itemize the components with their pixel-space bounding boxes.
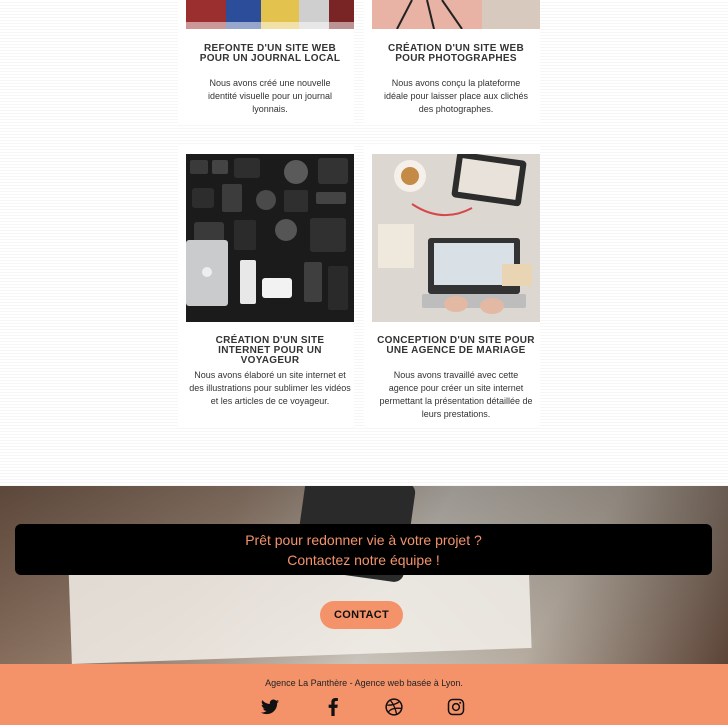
portfolio-card-description: Nous avons élaboré un site internet et d… (189, 370, 351, 406)
footer: Agence La Panthère - Agence web basée à … (0, 664, 728, 725)
portfolio-card-title: CRÉATION D'UN SITE INTERNET POUR UN VOYA… (215, 335, 325, 366)
portfolio-card-title: CRÉATION D'UN SITE WEB POUR PHOTOGRAPHES (387, 43, 524, 64)
cta-banner: Prêt pour redonner vie à votre projet ? … (15, 524, 712, 575)
cta-section (0, 486, 728, 664)
portfolio-card-title: REFONTE D'UN SITE WEB POUR UN JOURNAL LO… (199, 43, 341, 64)
tripod-image (372, 0, 540, 29)
portfolio-card-description: Nous avons créé une nouvelle identité vi… (207, 78, 333, 114)
travel-gear-image (186, 154, 354, 322)
tripod-illustration (372, 0, 540, 29)
dribbble-icon[interactable] (383, 696, 405, 718)
contact-button[interactable]: CONTACT (320, 601, 403, 629)
instagram-icon[interactable] (445, 696, 467, 718)
magazines-image (186, 0, 354, 29)
laptop-desk-illustration (372, 154, 540, 322)
portfolio-card-description: Nous avons travaillé avec cette agence p… (379, 370, 533, 419)
magazines-illustration (186, 0, 354, 29)
portfolio-card-description: Nous avons conçu la plateforme idéale po… (383, 78, 529, 114)
footer-tagline: Agence La Panthère - Agence web basée à … (265, 678, 463, 688)
twitter-icon[interactable] (259, 696, 281, 718)
portfolio-section: REFONTE D'UN SITE WEB POUR UN JOURNAL LO… (0, 0, 728, 486)
portfolio-card-mariage[interactable]: CONCEPTION D'UN SITE POUR UNE AGENCE DE … (364, 146, 540, 428)
portfolio-card-photographes[interactable]: CRÉATION D'UN SITE WEB POUR PHOTOGRAPHES… (364, 0, 540, 124)
cta-line-2: Contactez notre équipe ! (287, 551, 440, 568)
travel-gear-illustration (186, 154, 354, 322)
portfolio-card-title: CONCEPTION D'UN SITE POUR UNE AGENCE DE … (377, 335, 535, 356)
portfolio-card-voyageur[interactable]: CRÉATION D'UN SITE INTERNET POUR UN VOYA… (178, 146, 354, 428)
portfolio-card-journal[interactable]: REFONTE D'UN SITE WEB POUR UN JOURNAL LO… (178, 0, 354, 124)
laptop-desk-image (372, 154, 540, 322)
cta-line-1: Prêt pour redonner vie à votre projet ? (245, 531, 482, 548)
facebook-icon[interactable] (322, 696, 344, 718)
